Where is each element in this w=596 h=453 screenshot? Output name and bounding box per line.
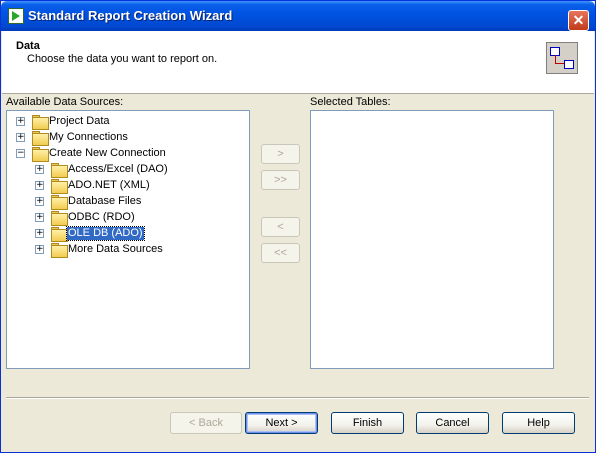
page-title: Data [16,40,40,52]
available-sources-tree[interactable]: + Project Data + My Connections − Create New … [6,110,250,369]
add-all-button[interactable]: >> [261,170,300,190]
next-button[interactable]: Next > [245,412,318,434]
window-title: Standard Report Creation Wizard [28,8,233,23]
wizard-header: Data Choose the data you want to report … [2,31,594,94]
folder-icon [51,211,68,226]
remove-all-button[interactable]: << [261,243,300,263]
page-subtitle: Choose the data you want to report on. [27,53,218,65]
tree-item-label[interactable]: OLE DB (ADO) [66,226,145,241]
remove-button[interactable]: < [261,217,300,237]
title-bar[interactable]: Standard Report Creation Wizard ✕ [1,1,595,31]
help-button[interactable]: Help [502,412,575,434]
tree-item-label[interactable]: Access/Excel (DAO) [67,163,169,176]
folder-icon [51,243,68,258]
tree-item-label[interactable]: More Data Sources [67,243,164,256]
close-button[interactable]: ✕ [568,10,589,31]
folder-icon [32,147,49,162]
folder-icon [32,115,49,130]
expand-icon[interactable]: + [16,133,25,142]
expand-icon[interactable]: + [16,117,25,126]
tree-item-label[interactable]: Database Files [67,195,142,208]
add-button[interactable]: > [261,144,300,164]
tree-item-label[interactable]: ODBC (RDO) [67,211,136,224]
folder-icon [51,163,68,178]
expand-icon[interactable]: + [35,229,44,238]
collapse-icon[interactable]: − [16,149,25,158]
table-link-icon [546,42,578,74]
expand-icon[interactable]: + [35,181,44,190]
app-icon [8,8,24,24]
wizard-window: Standard Report Creation Wizard ✕ Data C… [0,0,596,453]
selected-tables-list[interactable] [310,110,554,369]
tree-item-label[interactable]: ADO.NET (XML) [67,179,151,192]
folder-icon [51,195,68,210]
tree-item-label[interactable]: Project Data [48,115,111,128]
expand-icon[interactable]: + [35,197,44,206]
folder-icon [51,227,68,242]
back-button[interactable]: < Back [170,412,242,434]
selected-tables-label: Selected Tables: [310,96,391,108]
footer-separator [6,397,589,399]
cancel-button[interactable]: Cancel [416,412,489,434]
expand-icon[interactable]: + [35,213,44,222]
finish-button[interactable]: Finish [331,412,404,434]
available-sources-label: Available Data Sources: [6,96,124,108]
tree-item-label[interactable]: My Connections [48,131,129,144]
expand-icon[interactable]: + [35,245,44,254]
folder-icon [51,179,68,194]
folder-icon [32,131,49,146]
expand-icon[interactable]: + [35,165,44,174]
tree-item-label[interactable]: Create New Connection [48,147,167,160]
